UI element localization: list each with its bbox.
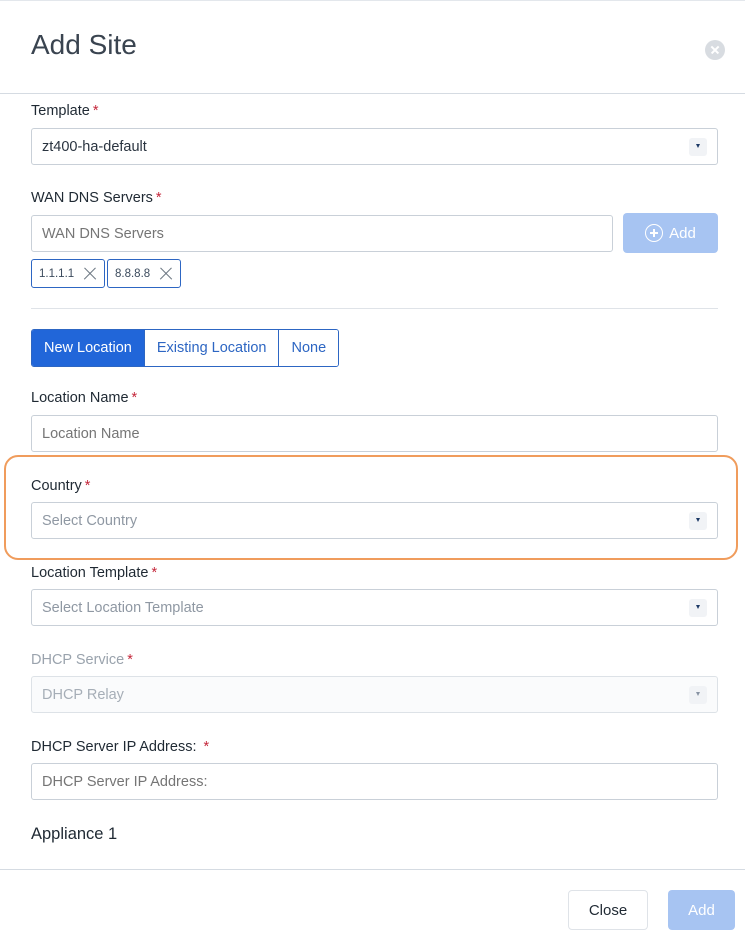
template-select-value: zt400-ha-default bbox=[42, 138, 147, 155]
wan-dns-add-button[interactable]: Add bbox=[623, 213, 718, 253]
dns-chip-label: 1.1.1.1 bbox=[39, 267, 75, 280]
modal-title: Add Site bbox=[31, 29, 137, 60]
location-name-label: Location Name * bbox=[31, 390, 137, 406]
required-marker: * bbox=[151, 565, 158, 581]
location-template-label: Location Template * bbox=[31, 565, 157, 581]
close-icon[interactable] bbox=[159, 267, 173, 281]
dns-chip: 8.8.8.8 bbox=[107, 259, 182, 288]
dhcp-server-ip-input[interactable] bbox=[31, 763, 718, 800]
dhcp-service-label: DHCP Service * bbox=[31, 652, 133, 668]
modal-header: Add Site bbox=[0, 1, 745, 94]
required-marker: * bbox=[155, 190, 162, 206]
plus-circle-icon bbox=[645, 224, 664, 242]
close-circle-icon[interactable] bbox=[705, 40, 725, 60]
country-label: Country * bbox=[31, 478, 90, 494]
country-select[interactable]: Select Country bbox=[31, 502, 718, 539]
wan-dns-input[interactable] bbox=[31, 215, 613, 252]
template-label-text: Template bbox=[31, 103, 90, 119]
section-divider bbox=[31, 308, 718, 309]
wan-dns-label: WAN DNS Servers * bbox=[31, 190, 162, 206]
close-button[interactable]: Close bbox=[568, 890, 648, 930]
location-mode-new[interactable]: New Location bbox=[32, 330, 145, 366]
required-marker: * bbox=[84, 478, 91, 494]
location-mode-existing[interactable]: Existing Location bbox=[144, 330, 280, 366]
dns-chip-label: 8.8.8.8 bbox=[115, 267, 151, 280]
required-marker: * bbox=[131, 390, 138, 406]
dhcp-service-select-value: DHCP Relay bbox=[42, 686, 124, 703]
country-label-text: Country bbox=[31, 478, 82, 494]
dhcp-server-ip-label-text: DHCP Server IP Address: bbox=[31, 739, 201, 755]
appliance-section-title: Appliance 1 bbox=[31, 825, 118, 843]
country-select-placeholder: Select Country bbox=[42, 512, 138, 529]
chevron-down-icon bbox=[689, 138, 707, 156]
chevron-down-icon bbox=[689, 686, 707, 704]
chevron-down-icon bbox=[689, 599, 707, 617]
dhcp-service-label-text: DHCP Service bbox=[31, 652, 125, 668]
close-icon[interactable] bbox=[83, 267, 97, 281]
wan-dns-label-text: WAN DNS Servers bbox=[31, 190, 153, 206]
modal-body: Template * zt400-ha-default WAN DNS Serve… bbox=[0, 95, 745, 869]
location-mode-toggle: New Location Existing Location None bbox=[31, 329, 340, 367]
add-site-modal: Add Site Template * zt400-ha-default WAN … bbox=[0, 0, 745, 941]
add-button[interactable]: Add bbox=[668, 890, 735, 930]
location-template-select[interactable]: Select Location Template bbox=[31, 589, 718, 626]
template-select[interactable]: zt400-ha-default bbox=[31, 128, 718, 165]
dns-chip: 1.1.1.1 bbox=[31, 259, 106, 288]
required-marker: * bbox=[92, 103, 99, 119]
location-template-select-placeholder: Select Location Template bbox=[42, 599, 204, 616]
required-marker: * bbox=[127, 652, 133, 668]
location-name-input[interactable] bbox=[31, 415, 718, 452]
wan-dns-add-label: Add bbox=[669, 224, 696, 242]
dhcp-server-ip-label: DHCP Server IP Address: * bbox=[31, 739, 209, 755]
location-mode-none[interactable]: None bbox=[279, 330, 339, 366]
modal-footer: Close Add bbox=[0, 869, 745, 941]
dhcp-service-select: DHCP Relay bbox=[31, 676, 718, 713]
template-label: Template * bbox=[31, 103, 99, 119]
location-template-label-text: Location Template bbox=[31, 565, 149, 581]
chevron-down-icon bbox=[689, 512, 707, 530]
location-name-label-text: Location Name bbox=[31, 390, 129, 406]
required-marker: * bbox=[203, 739, 210, 755]
